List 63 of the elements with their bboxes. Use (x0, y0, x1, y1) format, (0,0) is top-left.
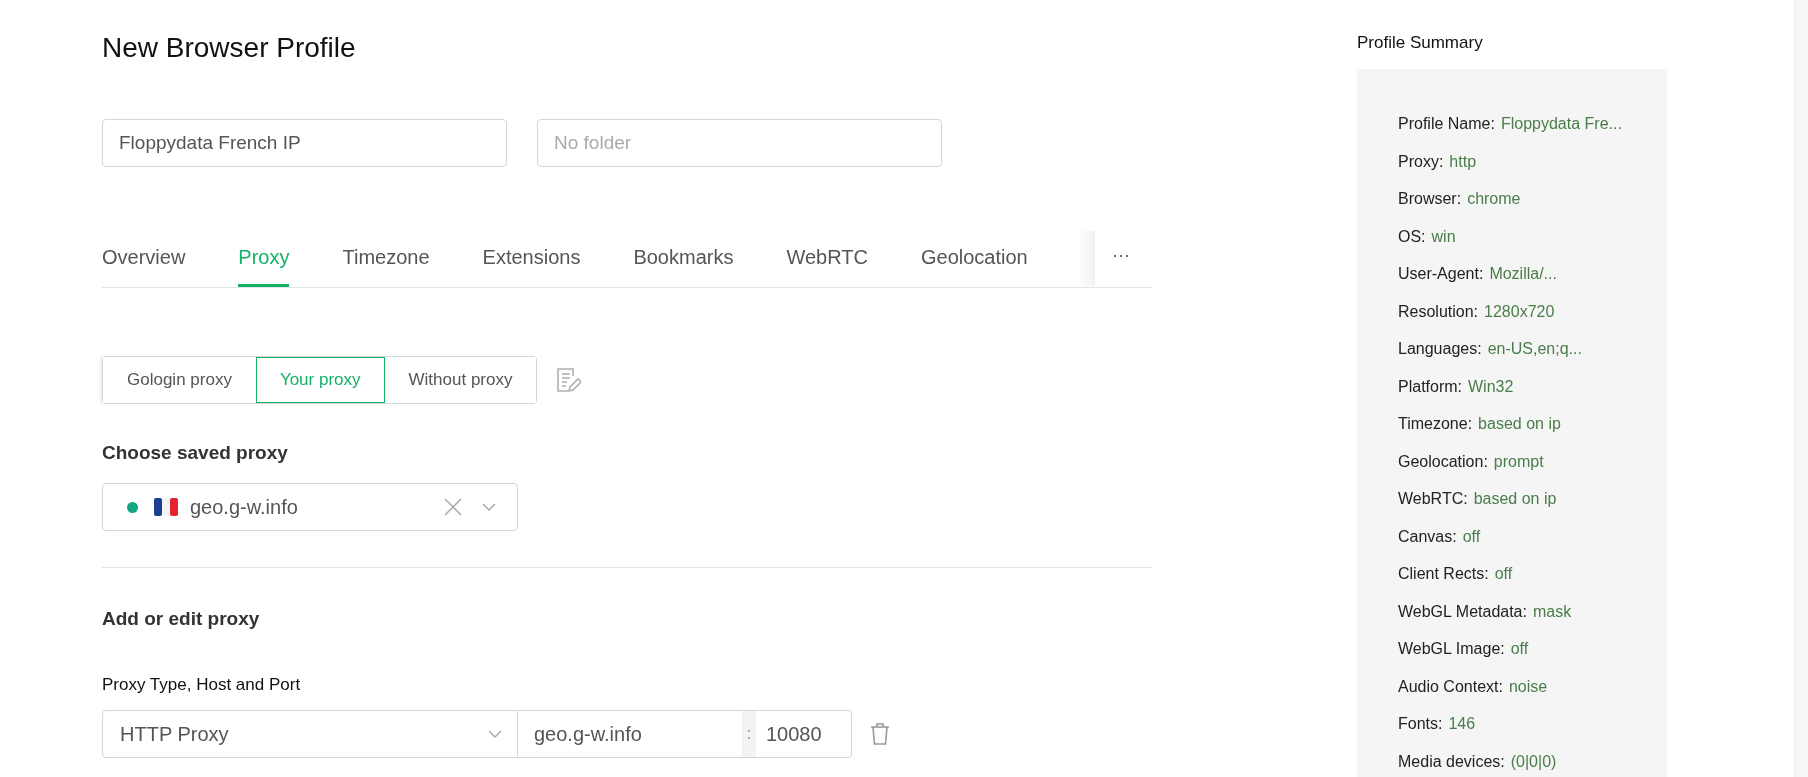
summary-value: Win32 (1468, 377, 1514, 397)
note-edit-icon[interactable] (555, 366, 582, 394)
clear-icon[interactable] (443, 497, 463, 517)
summary-value: Mozilla/... (1489, 265, 1557, 284)
summary-label: WebGL Image: (1398, 640, 1505, 659)
caret-icon (487, 729, 503, 739)
summary-value: 1280x720 (1484, 302, 1555, 322)
summary-label: WebGL Metadata: (1398, 602, 1527, 622)
flag-icon (154, 498, 178, 516)
section-heading: Add or edit proxy (102, 608, 261, 630)
summary-label: Timezone: (1398, 415, 1473, 434)
summary-value: mask (1532, 602, 1572, 622)
summary-label: Platform: (1398, 377, 1462, 397)
summary-value: based on ip (1473, 490, 1557, 509)
summary-value: prompt (1493, 452, 1544, 472)
tab[interactable]: Timezone (342, 246, 430, 287)
summary-label: Geolocation: (1398, 452, 1488, 472)
host-field[interactable]: geo.g-w.info (518, 710, 742, 758)
proxy-mode-button[interactable]: Without proxy (384, 357, 537, 403)
summary-label: Browser: (1398, 190, 1462, 209)
summary-value: en-US,en;q... (1487, 340, 1582, 359)
page-title: New Browser Profile (102, 31, 357, 65)
tab[interactable]: Bookmarks (633, 246, 734, 287)
summary-label: User-Agent: (1398, 265, 1484, 284)
proxy-type-select[interactable]: HTTP Proxy (102, 710, 518, 758)
summary-label: Audio Context: (1398, 677, 1503, 697)
proxy-mode-button[interactable]: Gologin proxy (103, 357, 256, 403)
summary-label: Fonts: (1398, 715, 1443, 734)
summary-label: OS: (1398, 227, 1426, 247)
summary-value: chrome (1467, 190, 1521, 209)
summary-value: http (1449, 152, 1477, 172)
summary-label: WebRTC: (1398, 490, 1468, 509)
summary-value: win (1431, 227, 1456, 247)
separator: : (742, 710, 756, 758)
port-field[interactable]: 10080 (756, 710, 852, 758)
saved-proxy-select[interactable]: geo.g-w.info (102, 483, 518, 531)
summary-value: off (1462, 527, 1481, 547)
summary-label: Client Rects: (1398, 565, 1489, 584)
tab[interactable]: Geolocation (920, 246, 1028, 287)
summary-label: Profile Name: (1398, 115, 1495, 134)
summary-value: off (1494, 565, 1513, 584)
trash-icon[interactable] (870, 722, 890, 746)
summary-label: Resolution: (1398, 302, 1479, 322)
summary-value: 146 (1448, 715, 1476, 734)
tab[interactable]: Extensions (482, 246, 581, 287)
field-label: Proxy Type, Host and Port (102, 675, 302, 695)
summary-label: Languages: (1398, 340, 1482, 359)
more-tabs-button[interactable]: ··· (1112, 245, 1130, 266)
summary-label: Media devices: (1398, 752, 1505, 772)
summary-label: Canvas: (1398, 527, 1457, 547)
caret-icon[interactable] (481, 502, 497, 512)
summary-value: (0|0|0) (1510, 752, 1557, 772)
summary-title: Profile Summary (1357, 33, 1484, 53)
summary-value: off (1510, 640, 1529, 659)
profile-name-field[interactable]: Floppydata French IP (102, 119, 507, 167)
summary-value: based on ip (1478, 415, 1561, 434)
folder-field[interactable]: No folder (537, 119, 942, 167)
section-heading: Choose saved proxy (102, 442, 289, 464)
tab[interactable]: Overview (102, 246, 186, 287)
summary-label: Proxy: (1398, 152, 1444, 172)
summary-value: noise (1508, 677, 1548, 697)
summary-value: Floppydata Fre... (1500, 115, 1622, 134)
tab[interactable]: WebRTC (786, 246, 868, 287)
